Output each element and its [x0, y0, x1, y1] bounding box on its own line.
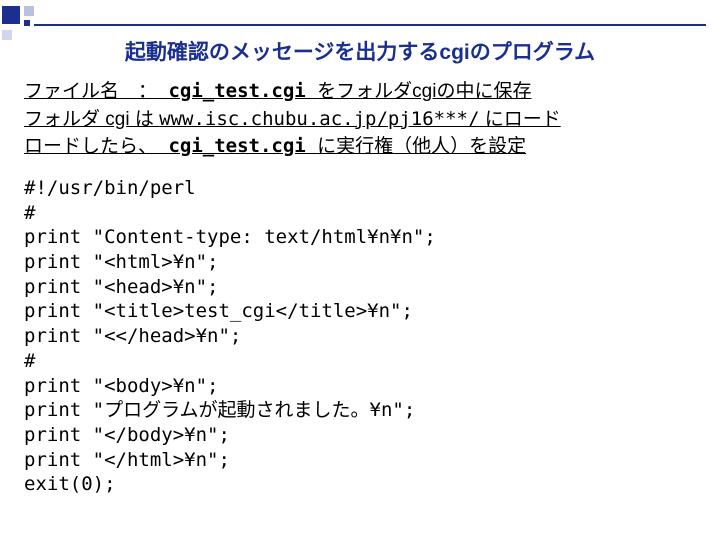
- code-line: #: [24, 349, 436, 374]
- intro-line-2-pre: フォルダ cgi は: [24, 109, 159, 130]
- intro-line-3: ロードしたら、 cgi_test.cgi に実行権（他人）を設定: [24, 133, 706, 161]
- code-line: exit(0);: [24, 472, 436, 497]
- code-line: print "プログラムが起動されました。¥n";: [24, 398, 436, 423]
- ornament-square-small-2: [24, 20, 30, 26]
- code-line: print "Content-type: text/html¥n¥n";: [24, 225, 436, 250]
- slide: 起動確認のメッセージを出力するcgiのプログラム ファイル名 ： cgi_tes…: [0, 0, 720, 540]
- header-rule: [34, 24, 706, 26]
- intro-line-3-pre: ロードしたら、: [24, 136, 157, 157]
- slide-title: 起動確認のメッセージを出力するcgiのプログラム: [0, 36, 720, 66]
- code-line: print "<head>¥n";: [24, 275, 436, 300]
- intro-line-3-post: に実行権（他人）を設定: [317, 136, 526, 157]
- ornament-square-large: [2, 6, 20, 24]
- code-line: print "<html>¥n";: [24, 250, 436, 275]
- intro-line-2-post: にロード: [479, 109, 560, 130]
- intro-line-2-url: www.isc.chubu.ac.jp/pj16***/: [159, 108, 479, 130]
- code-line: #: [24, 201, 436, 226]
- code-line: print "<body>¥n";: [24, 374, 436, 399]
- intro-line-1: ファイル名 ： cgi_test.cgi をフォルダcgiの中に保存: [24, 78, 706, 106]
- intro-line-1-post: をフォルダcgiの中に保存: [317, 81, 531, 102]
- intro-line-1-pre: ファイル名 ：: [24, 81, 157, 102]
- intro-line-1-file: cgi_test.cgi: [157, 80, 317, 102]
- code-line: #!/usr/bin/perl: [24, 176, 436, 201]
- ornament-square-small-1: [24, 6, 34, 16]
- code-block: #!/usr/bin/perl#print "Content-type: tex…: [24, 176, 436, 497]
- code-line: print "</body>¥n";: [24, 423, 436, 448]
- code-line: print "<</head>¥n";: [24, 324, 436, 349]
- intro-line-2: フォルダ cgi は www.isc.chubu.ac.jp/pj16***/ …: [24, 106, 706, 134]
- intro-line-3-file: cgi_test.cgi: [157, 135, 317, 157]
- code-line: print "</html>¥n";: [24, 448, 436, 473]
- intro-block: ファイル名 ： cgi_test.cgi をフォルダcgiの中に保存 フォルダ …: [24, 78, 706, 161]
- code-line: print "<title>test_cgi</title>¥n";: [24, 299, 436, 324]
